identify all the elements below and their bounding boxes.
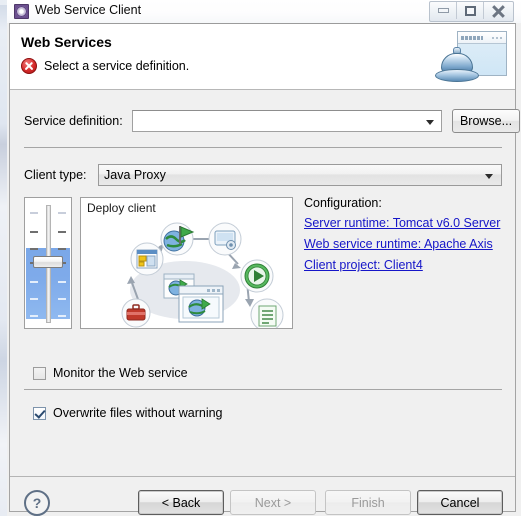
illustration-graphic bbox=[121, 222, 284, 328]
service-definition-label: Service definition: bbox=[24, 114, 123, 128]
wizard-banner: Web Services Select a service definition… bbox=[10, 24, 515, 90]
separator-bottom bbox=[24, 389, 502, 390]
overwrite-files-checkbox[interactable]: Overwrite files without warning bbox=[33, 406, 223, 420]
help-icon[interactable]: ? bbox=[24, 490, 50, 516]
deployment-scale-slider[interactable] bbox=[24, 197, 72, 329]
window-title: Web Service Client bbox=[35, 3, 142, 17]
client-project-link[interactable]: Client project: Client4 bbox=[304, 258, 504, 272]
client-type-row: Client type: Java Proxy bbox=[24, 164, 502, 186]
cancel-button[interactable]: Cancel bbox=[417, 490, 503, 515]
server-runtime-link[interactable]: Server runtime: Tomcat v6.0 Server bbox=[304, 216, 504, 230]
configuration-panel: Configuration: Server runtime: Tomcat v6… bbox=[304, 196, 504, 279]
page-title: Web Services bbox=[21, 34, 112, 50]
window-controls bbox=[429, 1, 514, 22]
monitor-web-service-label: Monitor the Web service bbox=[53, 366, 188, 380]
client-type-value: Java Proxy bbox=[104, 168, 166, 182]
dialog-body: Service definition: Browse... Client typ… bbox=[10, 90, 520, 516]
browse-button[interactable]: Browse... bbox=[452, 109, 520, 133]
service-definition-row: Service definition: Browse... bbox=[24, 109, 520, 133]
banner-message-row: Select a service definition. bbox=[21, 58, 189, 74]
restore-icon[interactable] bbox=[457, 2, 484, 19]
chevron-down-icon[interactable] bbox=[485, 174, 493, 179]
next-button: Next > bbox=[230, 490, 316, 515]
checkbox-box[interactable] bbox=[33, 366, 46, 380]
finish-button: Finish bbox=[325, 490, 411, 515]
separator-top bbox=[24, 147, 502, 148]
title-bar: Web Service Client bbox=[7, 0, 521, 23]
checkbox-box[interactable] bbox=[33, 406, 46, 420]
illustration-title: Deploy client bbox=[87, 201, 156, 215]
overwrite-files-label: Overwrite files without warning bbox=[53, 406, 223, 420]
desktop-edge-strip bbox=[0, 0, 7, 516]
error-icon bbox=[21, 58, 37, 74]
monitor-web-service-checkbox[interactable]: Monitor the Web service bbox=[33, 366, 188, 380]
deploy-client-illustration: Deploy client bbox=[80, 197, 293, 329]
gear-icon bbox=[14, 4, 29, 19]
client-type-select[interactable]: Java Proxy bbox=[98, 164, 502, 186]
web-service-client-dialog: Web Service Client Web Services Select a… bbox=[0, 0, 521, 516]
minimize-icon[interactable] bbox=[430, 2, 457, 19]
configuration-title: Configuration: bbox=[304, 196, 382, 210]
status-message: Select a service definition. bbox=[44, 59, 190, 73]
close-icon[interactable] bbox=[484, 2, 513, 19]
dialog-client-area: Web Services Select a service definition… bbox=[9, 23, 520, 516]
button-bar-separator bbox=[10, 476, 515, 477]
web-service-dome-window-icon bbox=[431, 27, 509, 87]
back-button[interactable]: < Back bbox=[138, 490, 224, 515]
slider-thumb[interactable] bbox=[33, 256, 63, 268]
chevron-down-icon[interactable] bbox=[426, 120, 434, 125]
service-definition-input[interactable] bbox=[132, 110, 442, 132]
web-service-runtime-link[interactable]: Web service runtime: Apache Axis bbox=[304, 237, 504, 251]
client-type-label: Client type: bbox=[24, 168, 87, 182]
